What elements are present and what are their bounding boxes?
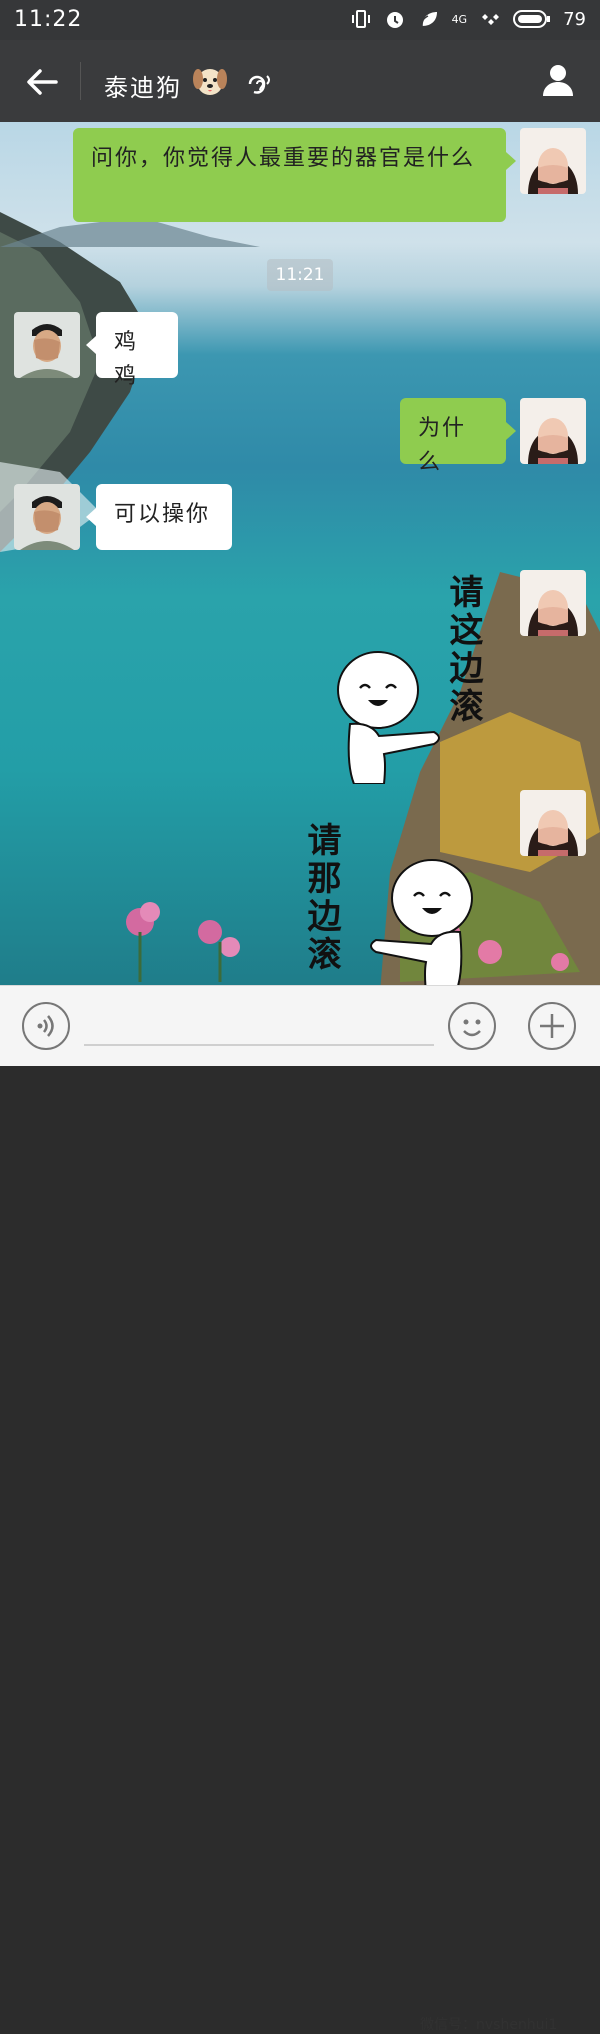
message-bubble-incoming[interactable]: 鸡鸡 — [96, 312, 178, 389]
message-text: 可以操你 — [114, 502, 211, 527]
leaf-icon — [420, 12, 437, 27]
signal-icon — [482, 14, 500, 25]
header-divider — [80, 62, 81, 100]
emoji-button[interactable] — [448, 1002, 496, 1050]
dog-emoji-icon — [193, 69, 227, 95]
user-profile-icon[interactable] — [540, 62, 576, 98]
message-input[interactable] — [84, 1044, 434, 1046]
chat-area[interactable]: 问你，你觉得人最重要的器官是什么 11:21 鸡鸡 为什么 可以操你 请这边滚 … — [0, 122, 600, 985]
voice-input-button[interactable] — [22, 1002, 70, 1050]
avatar-contact[interactable] — [14, 484, 80, 550]
vibrate-icon — [351, 10, 370, 28]
avatar-self[interactable] — [520, 128, 586, 194]
avatar-contact[interactable] — [14, 312, 80, 378]
battery-level: 79 — [563, 8, 586, 30]
voice-icon — [37, 1015, 54, 1037]
contact-name: 泰迪狗 — [104, 74, 182, 102]
message-text: 为什么 — [418, 416, 467, 475]
ear-icon[interactable] — [246, 70, 274, 98]
chat-header: 泰迪狗 — [0, 40, 600, 122]
more-options-button[interactable] — [528, 1002, 576, 1050]
message-timestamp: 11:21 — [267, 259, 333, 291]
stickman-figure — [370, 859, 473, 985]
watermark-text: 微信号：nvshenhui1 — [420, 2017, 558, 2033]
back-arrow-icon[interactable] — [22, 62, 62, 102]
message-text: 问你，你觉得人最重要的器官是什么 — [91, 146, 476, 171]
avatar-self-image — [520, 128, 586, 194]
sticker-caption: 请这边滚 — [443, 574, 483, 726]
sticker-message[interactable]: 请那边滚 — [300, 822, 500, 985]
message-text: 鸡鸡 — [114, 330, 139, 389]
sticker-caption: 请那边滚 — [301, 822, 341, 974]
avatar-contact-image — [14, 312, 80, 378]
avatar-self-image — [520, 570, 586, 636]
status-bar: 11:22 4G 79 — [0, 0, 600, 40]
bubble-tail — [86, 508, 96, 526]
status-icons: 4G 79 — [350, 8, 586, 30]
avatar-self[interactable] — [520, 570, 586, 636]
plus-icon — [540, 1014, 564, 1038]
message-bubble-outgoing[interactable]: 为什么 — [400, 398, 506, 475]
avatar-contact-image — [14, 484, 80, 550]
bubble-tail — [506, 152, 516, 170]
sticker-message[interactable]: 请这边滚 — [330, 574, 500, 784]
bubble-tail — [86, 336, 96, 354]
message-bubble-outgoing[interactable]: 问你，你觉得人最重要的器官是什么 — [73, 128, 506, 222]
bubble-tail — [506, 422, 516, 440]
avatar-self[interactable] — [520, 790, 586, 856]
avatar-self-image — [520, 790, 586, 856]
network-label: 4G — [451, 12, 468, 26]
avatar-self-image — [520, 398, 586, 464]
message-bubble-incoming[interactable]: 可以操你 — [96, 484, 232, 550]
alarm-icon — [386, 12, 403, 28]
status-time: 11:22 — [14, 7, 83, 32]
stickman-figure — [337, 651, 440, 784]
emoji-icon — [463, 1019, 481, 1037]
input-bar: 微信号：nvshenhui1 — [0, 985, 600, 2033]
background-scenery-flowers — [126, 902, 240, 982]
avatar-self[interactable] — [520, 398, 586, 464]
battery-icon — [513, 10, 551, 28]
